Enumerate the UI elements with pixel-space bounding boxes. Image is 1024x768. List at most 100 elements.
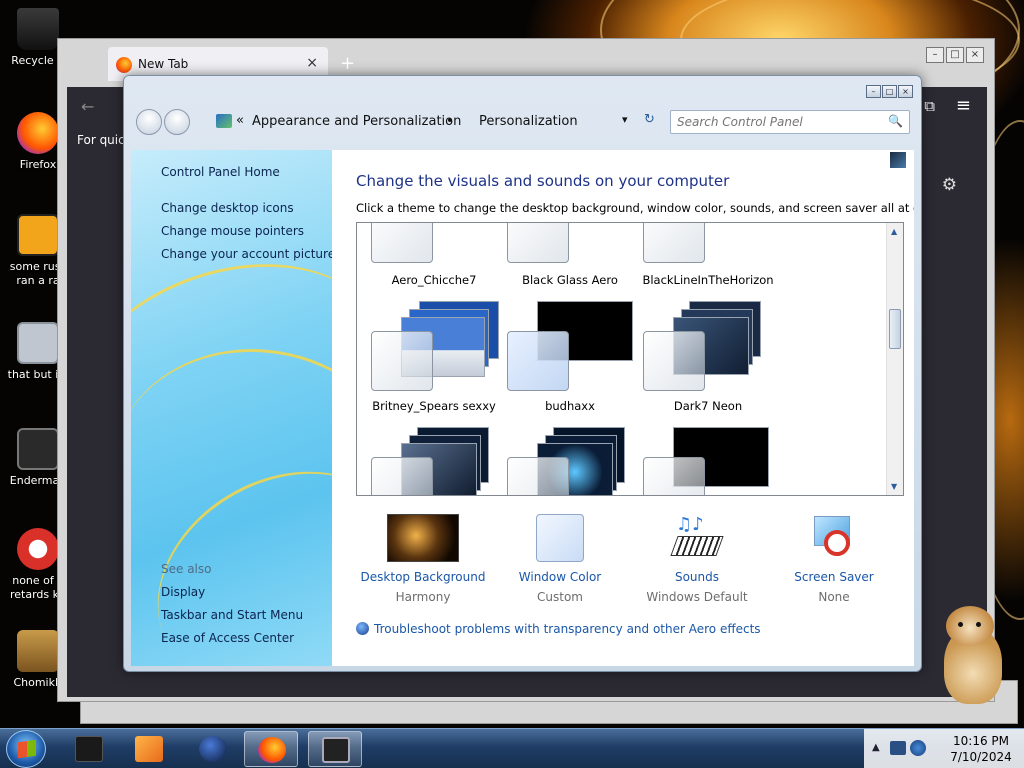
clock[interactable]: 10:16 PM 7/10/2024 <box>946 733 1016 765</box>
control-panel-home-link[interactable]: Control Panel Home <box>161 165 280 179</box>
taskbar-recycle-bin[interactable] <box>62 731 116 767</box>
hamster-eye <box>958 622 963 627</box>
show-hidden-icons-arrow[interactable]: ▲ <box>872 742 880 753</box>
trash-icon <box>75 736 103 762</box>
theme-name[interactable]: budhaxx <box>495 399 645 413</box>
ease-of-access-link[interactable]: Ease of Access Center <box>161 631 294 645</box>
theme-row3-1[interactable] <box>371 427 501 495</box>
sounds-keyboard-icon: ♫♪ <box>670 514 724 562</box>
globe-app-icon <box>199 736 227 762</box>
theme-name[interactable]: Aero_Chicche7 <box>359 273 509 287</box>
screen-saver-setting[interactable]: Screen Saver None <box>759 514 909 604</box>
theme-dark7-neon[interactable] <box>643 301 773 393</box>
refresh-icon[interactable]: ↻ <box>644 112 655 127</box>
chevron-down-icon[interactable]: ▾ <box>622 113 628 126</box>
extensions-icon[interactable]: ⧉ <box>924 97 935 115</box>
gear-icon[interactable]: ⚙ <box>942 175 957 195</box>
theme-budhaxx[interactable] <box>507 301 637 393</box>
help-icon[interactable] <box>890 152 906 168</box>
window-icon <box>322 737 350 763</box>
hamster-mascot-icon <box>936 606 1006 706</box>
back-arrow-icon[interactable]: ← <box>81 97 94 116</box>
tab-title: New Tab <box>138 57 189 71</box>
troubleshoot-link-text: Troubleshoot problems with transparency … <box>374 622 761 636</box>
tab-close-button[interactable]: × <box>306 55 318 71</box>
desktop-background-setting[interactable]: Desktop Background Harmony <box>348 514 498 604</box>
scrollbar-thumb[interactable] <box>889 309 901 349</box>
forward-button[interactable] <box>164 109 190 135</box>
theme-britney-spears[interactable] <box>371 301 501 393</box>
new-tab-button[interactable]: + <box>340 53 355 74</box>
firefox-tab-icon <box>116 57 132 73</box>
scroll-down-arrow-icon[interactable]: ▼ <box>891 482 897 491</box>
maximize-button[interactable]: □ <box>946 47 964 63</box>
minimize-button[interactable]: – <box>866 85 881 98</box>
theme-list: Aero_Chicche7 Black Glass Aero BlackLine… <box>356 222 904 496</box>
theme-aero-chicche7[interactable] <box>371 223 501 265</box>
taskbar: ▲ 10:16 PM 7/10/2024 <box>0 728 1024 768</box>
theme-list-scrollbar[interactable]: ▲ ▼ <box>886 223 903 495</box>
taskbar-start-menu-link[interactable]: Taskbar and Start Menu <box>161 608 303 622</box>
search-box[interactable]: 🔍 <box>670 110 910 134</box>
theme-glass-preview <box>371 223 433 263</box>
system-tray: ▲ 10:16 PM 7/10/2024 <box>864 729 1024 768</box>
scroll-up-arrow-icon[interactable]: ▲ <box>891 227 897 236</box>
theme-blacklineinthehorizon[interactable] <box>643 223 773 265</box>
volume-icon[interactable] <box>910 740 926 756</box>
recycle-bin-icon <box>17 8 59 50</box>
page-description: Click a theme to change the desktop back… <box>356 201 914 215</box>
theme-name[interactable]: Black Glass Aero <box>495 273 645 287</box>
theme-row3-2[interactable] <box>507 427 637 495</box>
display-link[interactable]: Display <box>161 585 205 599</box>
close-button[interactable]: × <box>966 47 984 63</box>
document-icon <box>17 428 59 470</box>
sounds-setting[interactable]: ♫♪ Sounds Windows Default <box>622 514 772 604</box>
taskbar-globe-app[interactable] <box>186 731 240 767</box>
theme-name[interactable]: Britney_Spears sexxy <box>359 399 509 413</box>
address-bar[interactable]: « Appearance and Personalization • Perso… <box>216 110 684 134</box>
network-icon[interactable] <box>890 741 906 755</box>
theme-glass-preview <box>371 331 433 391</box>
theme-black-glass-aero[interactable] <box>507 223 637 265</box>
breadcrumb-chevron-icon[interactable]: « <box>236 113 244 128</box>
search-icon[interactable]: 🔍 <box>888 114 903 128</box>
close-button[interactable]: × <box>898 85 913 98</box>
taskbar-firefox[interactable] <box>244 731 298 767</box>
search-input[interactable] <box>677 114 877 130</box>
change-mouse-pointers-link[interactable]: Change mouse pointers <box>161 224 304 238</box>
window-color-setting[interactable]: Window Color Custom <box>485 514 635 604</box>
screen-saver-link[interactable]: Screen Saver <box>759 570 909 584</box>
back-button[interactable] <box>136 109 162 135</box>
breadcrumb-personalization[interactable]: Personalization <box>479 114 578 129</box>
sounds-link[interactable]: Sounds <box>622 570 772 584</box>
troubleshoot-link[interactable]: Troubleshoot problems with transparency … <box>356 622 761 636</box>
desktop-background-value: Harmony <box>395 590 451 604</box>
window-color-link[interactable]: Window Color <box>485 570 635 584</box>
clock-time: 10:16 PM <box>953 734 1009 748</box>
breadcrumb-appearance[interactable]: Appearance and Personalization <box>252 114 461 129</box>
start-button[interactable] <box>6 730 46 768</box>
window-color-swatch-icon <box>536 514 584 562</box>
see-also-label: See also <box>161 562 212 576</box>
task-pane: Control Panel Home Change desktop icons … <box>131 150 332 666</box>
screen-saver-icon <box>810 514 858 562</box>
theme-name[interactable]: BlackLineInTheHorizon <box>633 273 783 287</box>
desktop-background-link[interactable]: Desktop Background <box>348 570 498 584</box>
theme-row3-3[interactable] <box>643 427 773 495</box>
taskbar-media-player[interactable] <box>122 731 176 767</box>
theme-glass-preview <box>643 457 705 495</box>
desktop-background-thumbnail <box>387 514 459 562</box>
personalization-window: – □ × « Appearance and Personalization •… <box>123 75 922 672</box>
maximize-button[interactable]: □ <box>882 85 897 98</box>
change-account-picture-link[interactable]: Change your account picture <box>161 247 332 261</box>
browser-window-controls: – □ × <box>926 47 984 63</box>
minimize-button[interactable]: – <box>926 47 944 63</box>
hamburger-menu-icon[interactable]: ≡ <box>956 95 971 116</box>
firefox-icon <box>17 112 59 154</box>
change-desktop-icons-link[interactable]: Change desktop icons <box>161 201 294 215</box>
theme-name[interactable]: Dark7 Neon <box>633 399 783 413</box>
window-content: Control Panel Home Change desktop icons … <box>131 150 914 666</box>
breadcrumb-separator: • <box>446 114 454 129</box>
clock-date: 7/10/2024 <box>950 750 1012 764</box>
taskbar-control-panel[interactable] <box>308 731 362 767</box>
